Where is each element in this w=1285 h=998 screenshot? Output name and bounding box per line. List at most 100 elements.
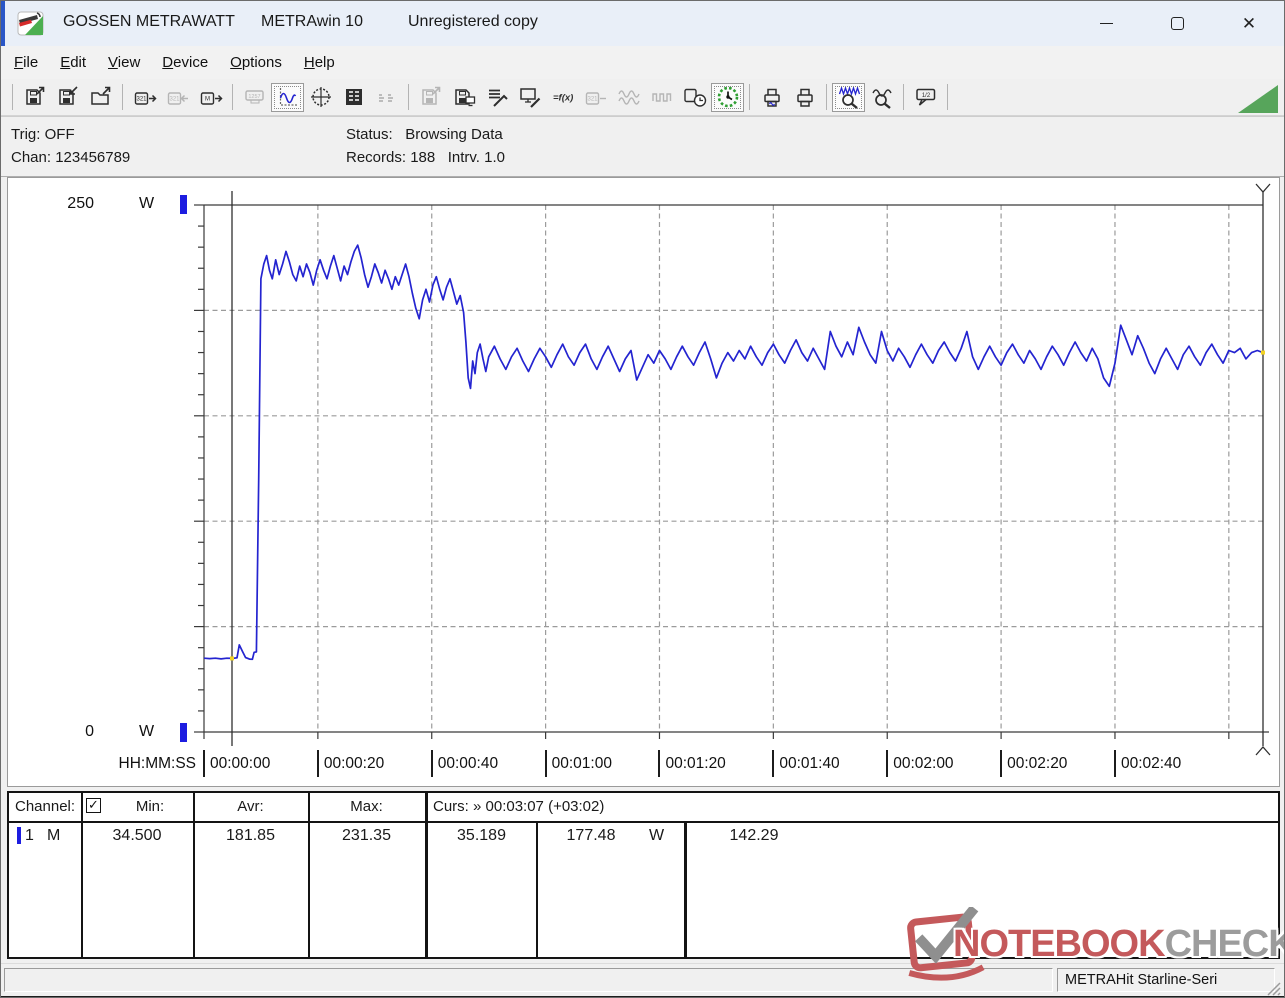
maximize-icon <box>1171 17 1184 30</box>
channel-visible-checkbox[interactable]: ✓ <box>86 798 101 813</box>
svg-text:M: M <box>205 96 210 102</box>
clock-device-icon <box>683 85 707 109</box>
title-app: METRAwin 10 <box>261 13 363 31</box>
toolbar-separator <box>122 84 123 110</box>
save-import-button[interactable] <box>51 83 84 112</box>
config-monitor-button[interactable] <box>513 83 546 112</box>
read-memory-button[interactable]: M <box>194 83 227 112</box>
x-tick-label: 00:02:20 <box>1000 750 1067 777</box>
menu-help[interactable]: Help <box>293 50 346 75</box>
x-tick-label: 00:00:40 <box>431 750 498 777</box>
x-tick-label: 00:01:20 <box>658 750 725 777</box>
timer-green-icon <box>716 85 740 109</box>
export-disk-button <box>414 83 447 112</box>
printer-icon <box>793 85 817 109</box>
svg-text:1257: 1257 <box>248 94 260 100</box>
annotation-button[interactable]: 1/2 <box>909 83 942 112</box>
y-range-marker-bottom[interactable] <box>180 723 187 742</box>
disk-monitor-icon <box>452 85 476 109</box>
maximize-button[interactable] <box>1154 1 1200 45</box>
svg-text:=f(x): =f(x) <box>553 93 573 104</box>
toolbar-separator <box>408 84 409 110</box>
title-bar: GOSSEN METRAWATT METRAwin 10 Unregistere… <box>1 1 1284 46</box>
minimize-icon <box>1100 23 1113 24</box>
header-min: Min: <box>106 798 194 815</box>
print-button[interactable] <box>788 83 821 112</box>
toolbar-separator <box>749 84 750 110</box>
toolbar-separator <box>947 84 948 110</box>
cursor2-bottom-handle[interactable] <box>1256 747 1270 755</box>
write-device-321-button: 321 <box>161 83 194 112</box>
toolbar-separator <box>12 84 13 110</box>
table-view-icon <box>342 85 366 109</box>
dev321-in-icon: 321 <box>166 85 190 109</box>
close-icon: ✕ <box>1242 15 1256 32</box>
save-monitor-button[interactable] <box>447 83 480 112</box>
toolbar-separator <box>903 84 904 110</box>
close-button[interactable]: ✕ <box>1226 1 1272 45</box>
svg-text:321: 321 <box>136 96 147 102</box>
minimize-button[interactable] <box>1083 1 1129 45</box>
y-axis-max-label: 250 <box>48 195 94 213</box>
toolbar: 321 321 M 1257 =f(x) 321 1/2 <box>1 79 1284 116</box>
col-divider-max <box>425 793 428 957</box>
channel-list: Chan: 123456789 <box>11 149 130 166</box>
cell-min: 34.500 <box>81 827 193 845</box>
records-text: Records: 188 Intrv. 1.0 <box>346 149 505 166</box>
menu-view[interactable]: View <box>97 50 151 75</box>
status-text: Status: Browsing Data <box>346 126 503 143</box>
interval-timer-button[interactable] <box>711 83 744 112</box>
chart-panel: 250 W 0 W HH:MM:SS 00:00:0000:00:2000:00… <box>7 177 1280 787</box>
floppy-in-icon <box>56 85 80 109</box>
histogram-view-icon <box>375 85 399 109</box>
metrawin-window: GOSSEN METRAWATT METRAwin 10 Unregistere… <box>0 0 1285 998</box>
clock-sync-button[interactable] <box>678 83 711 112</box>
view-table-button[interactable] <box>337 83 370 112</box>
title-brand: GOSSEN METRAWATT <box>63 13 235 31</box>
floppy-out-icon <box>23 85 47 109</box>
statusbar-device-cell: METRAHit Starline-Seri <box>1057 968 1275 992</box>
cell-channel-num: 1 <box>25 827 34 845</box>
view-histogram-button <box>370 83 403 112</box>
menu-device[interactable]: Device <box>151 50 219 75</box>
zoom-single-button[interactable] <box>865 83 898 112</box>
x-tick-label: 00:02:40 <box>1114 750 1181 777</box>
view-scope-button[interactable] <box>304 83 337 112</box>
col-divider-avr <box>308 793 310 957</box>
y-range-marker-top[interactable] <box>180 195 187 214</box>
plot-area[interactable] <box>8 178 1279 786</box>
x-tick-label: 00:01:00 <box>545 750 612 777</box>
fx-icon: =f(x) <box>551 85 575 109</box>
dev321-out-icon: 321 <box>133 85 157 109</box>
config-channels-button[interactable] <box>480 83 513 112</box>
svg-text:321: 321 <box>169 96 180 102</box>
menu-edit[interactable]: Edit <box>49 50 97 75</box>
rows-tool-icon <box>485 85 509 109</box>
app-icon <box>17 10 44 42</box>
print-preview-button[interactable] <box>755 83 788 112</box>
display-1257-icon: 1257 <box>243 85 267 109</box>
cell-avr: 181.85 <box>193 827 308 845</box>
printer-wave-icon <box>760 85 784 109</box>
menu-bar: FileEditViewDeviceOptionsHelp <box>1 46 1284 79</box>
y-axis-unit-bottom: W <box>139 723 154 741</box>
svg-text:321: 321 <box>587 96 598 102</box>
resize-grip[interactable] <box>1265 980 1281 996</box>
cursor2-top-handle[interactable] <box>1256 184 1270 192</box>
header-channel: Channel: <box>15 798 75 815</box>
menu-options[interactable]: Options <box>219 50 293 75</box>
read-device-321-button[interactable]: 321 <box>128 83 161 112</box>
col-divider-min <box>193 793 195 957</box>
cell-delta: 142.29 <box>684 827 824 845</box>
save-export-button[interactable] <box>18 83 51 112</box>
zoom-multi-button[interactable] <box>832 83 865 112</box>
svg-text:1/2: 1/2 <box>921 93 930 99</box>
menu-file[interactable]: File <box>3 50 49 75</box>
cursor-intersection-marker-2 <box>1261 351 1265 355</box>
open-file-button[interactable] <box>84 83 117 112</box>
monitor-tool-icon <box>518 85 542 109</box>
folder-out-icon <box>89 85 113 109</box>
formula-fx-button[interactable]: =f(x) <box>546 83 579 112</box>
pulse-output-button <box>645 83 678 112</box>
view-curve-button[interactable] <box>271 83 304 112</box>
